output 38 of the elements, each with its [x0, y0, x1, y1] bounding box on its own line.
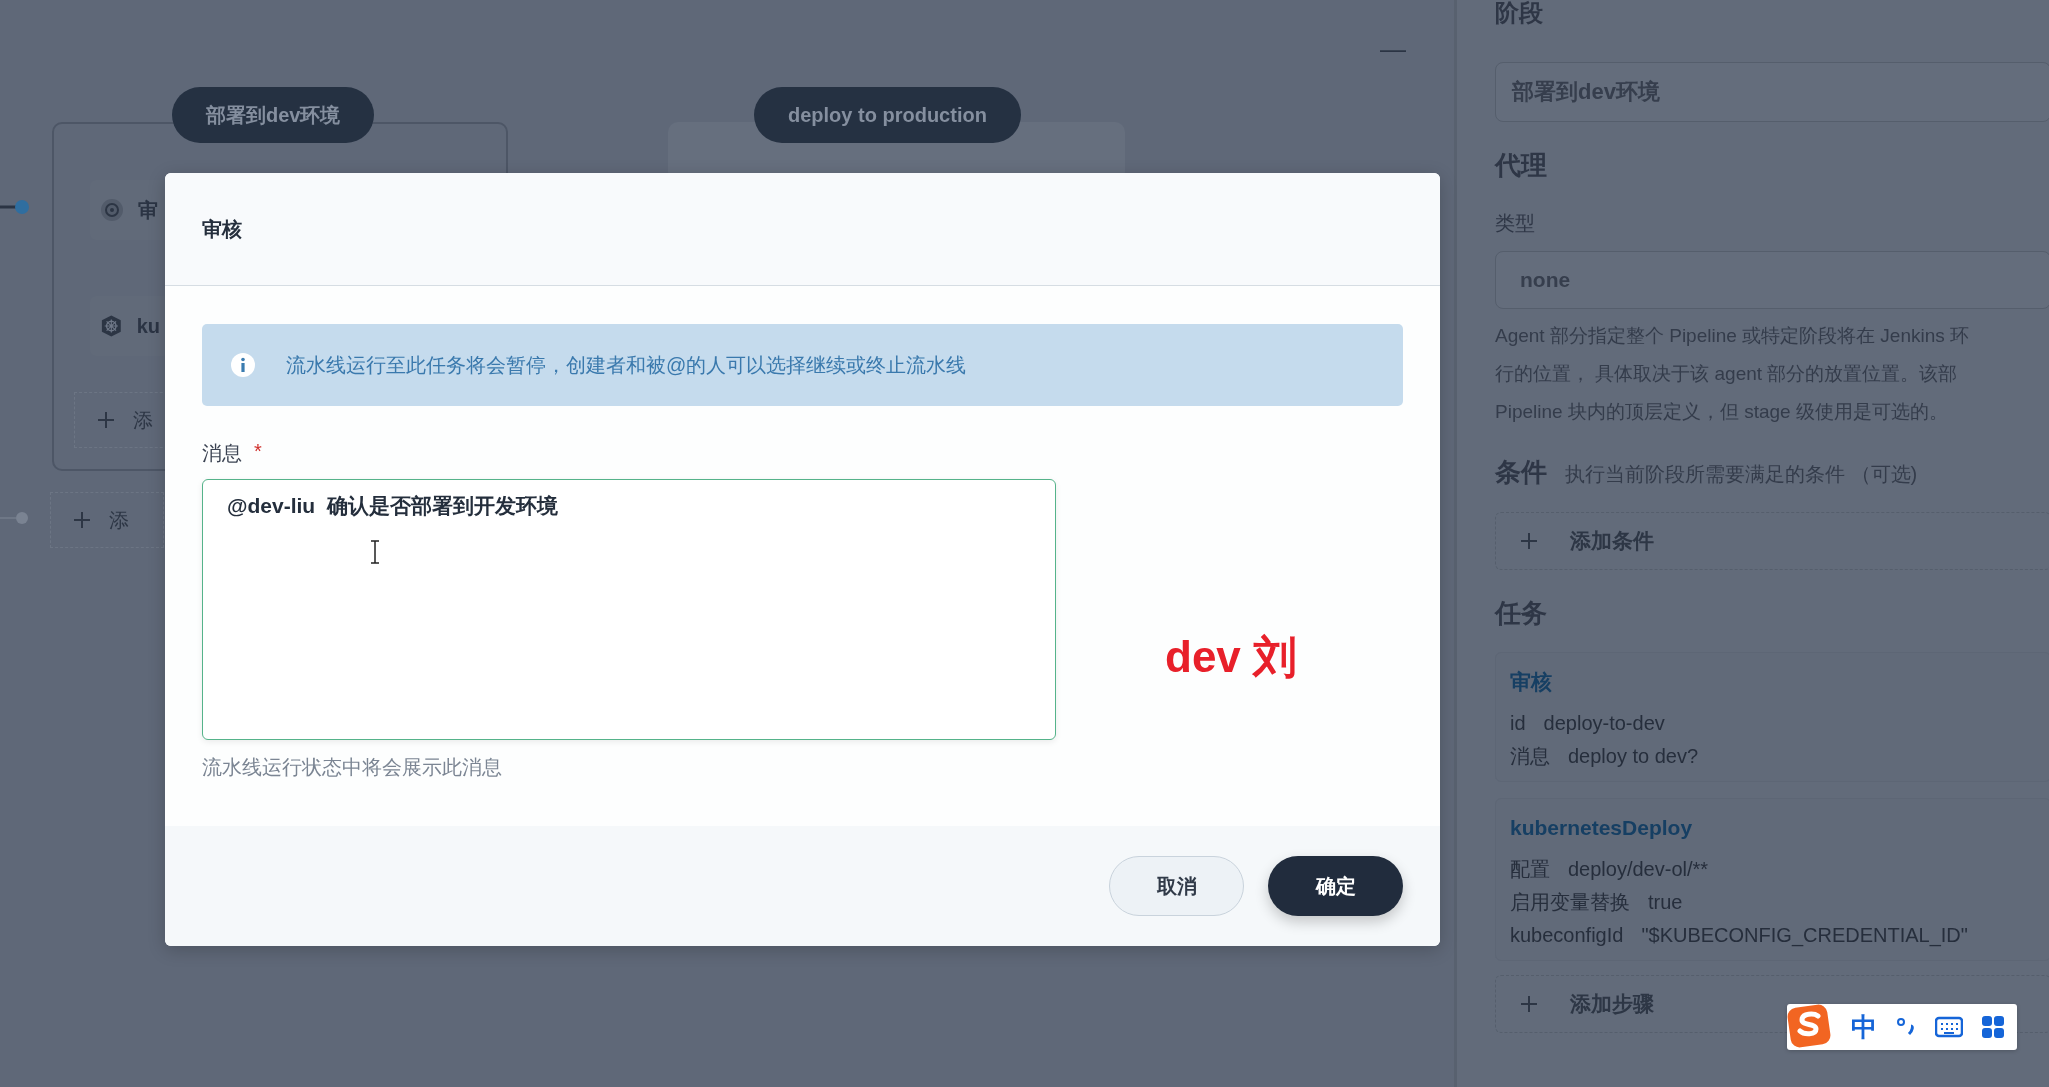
- field-value: deploy/dev-ol/**: [1568, 857, 1709, 882]
- cancel-button[interactable]: 取消: [1109, 856, 1244, 916]
- connector-dot-icon: [0, 510, 30, 526]
- task-title: kubernetesDeploy: [1510, 815, 1694, 841]
- connector-dot-icon: [0, 199, 30, 215]
- stage-title[interactable]: deploy to production: [754, 87, 1021, 143]
- plus-icon: [1520, 532, 1538, 550]
- stage-title[interactable]: 部署到dev环境: [172, 87, 375, 143]
- grid-icon: [1981, 1015, 2005, 1039]
- task-card[interactable]: kubernetesDeploy 配置 deploy/dev-ol/** 启用变量替换 true kubeconfigId "$KUBECONFIG_CREDENTIAL_ID": [1495, 798, 2049, 961]
- task-title: 审核: [1510, 669, 1553, 695]
- message-input[interactable]: @dev-liu 确认是否部署到开发环境: [202, 479, 1056, 740]
- annotation-text: dev 刘: [1165, 631, 1298, 683]
- field-label: 消息: [202, 441, 242, 466]
- field-key: 配置: [1510, 854, 1550, 884]
- field-key: id: [1510, 708, 1526, 738]
- plus-icon: [1520, 995, 1538, 1013]
- minimize-button[interactable]: —: [1380, 34, 1406, 65]
- keyboard-icon: [1935, 1015, 1963, 1039]
- info-icon: [230, 352, 256, 378]
- dialog-title: 审核: [202, 216, 242, 242]
- field-key: 消息: [1510, 741, 1550, 771]
- field-value: deploy to dev?: [1568, 744, 1699, 769]
- help-text: 流水线运行状态中将会展示此消息: [202, 755, 503, 780]
- text-cursor-icon: [370, 540, 380, 564]
- plus-icon: [97, 411, 115, 429]
- confirm-button[interactable]: 确定: [1268, 856, 1403, 916]
- field-value: "$KUBECONFIG_CREDENTIAL_ID": [1641, 923, 1968, 949]
- field-key: kubeconfigId: [1510, 920, 1624, 950]
- target-icon: [100, 198, 124, 222]
- plus-icon: [73, 511, 91, 529]
- task-card[interactable]: 审核 id deploy-to-dev 消息 deploy to dev?: [1495, 652, 2049, 782]
- field-value: true: [1648, 890, 1683, 915]
- field-key: 启用变量替换: [1510, 887, 1630, 917]
- required-mark: *: [254, 440, 262, 464]
- field-value: deploy-to-dev: [1543, 711, 1665, 736]
- info-text: 流水线运行至此任务将会暂停，创建者和被@的人可以选择继续或终止流水线: [286, 352, 967, 378]
- wheel-icon: [100, 314, 123, 338]
